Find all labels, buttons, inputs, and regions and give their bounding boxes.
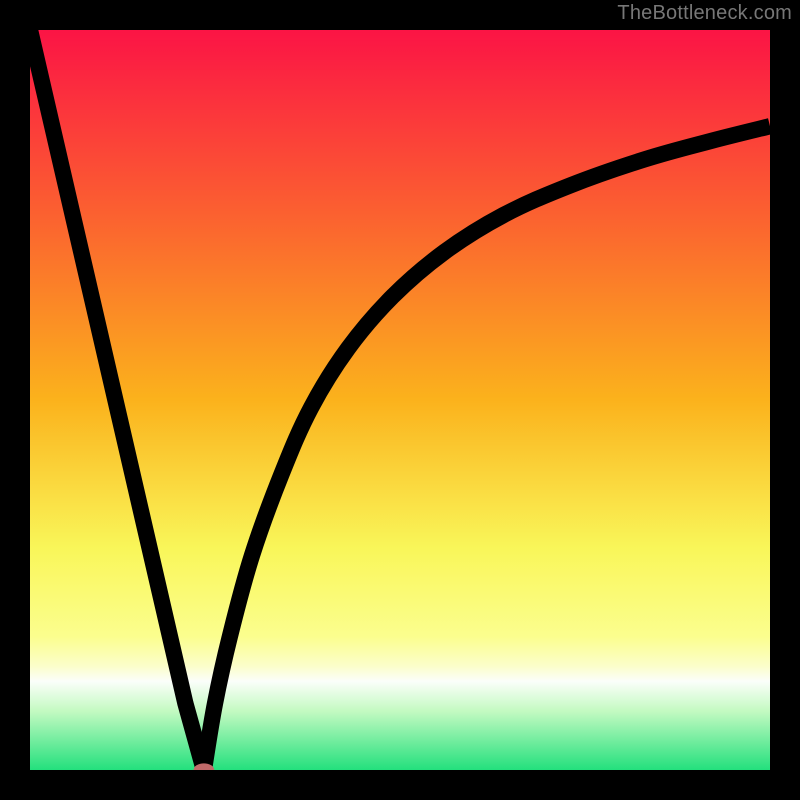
chart-frame: TheBottleneck.com [0, 0, 800, 800]
plot-area [30, 30, 770, 770]
watermark-label: TheBottleneck.com [617, 2, 792, 25]
background-rect [30, 30, 770, 770]
chart-svg [30, 30, 770, 770]
